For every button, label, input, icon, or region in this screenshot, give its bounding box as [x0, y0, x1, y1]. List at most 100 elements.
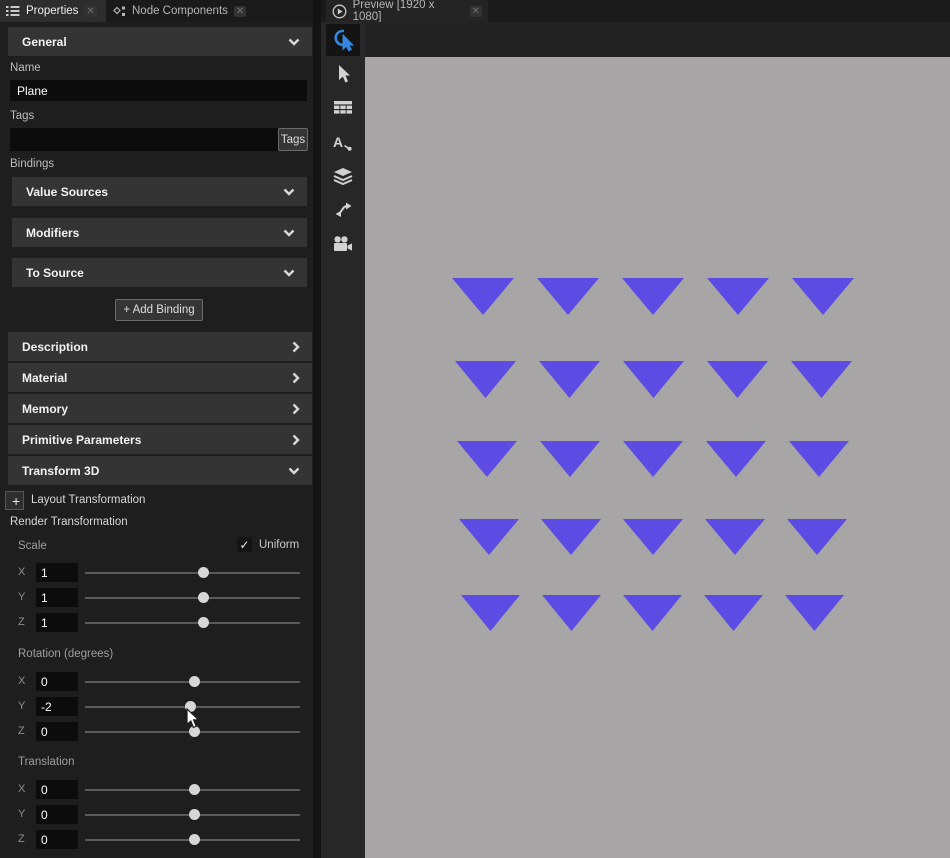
rotation-x-slider[interactable] — [85, 681, 300, 683]
plane-node-triangle-r5-c5[interactable] — [785, 595, 844, 631]
camera-tool[interactable] — [326, 228, 360, 260]
plane-node-triangle-r5-c4[interactable] — [704, 595, 763, 631]
binding-group-to-source[interactable]: To Source — [12, 258, 307, 287]
plane-node-triangle-r3-c5[interactable] — [789, 441, 849, 477]
translation-x-input[interactable] — [36, 780, 78, 799]
translation-y-slider[interactable] — [85, 814, 300, 816]
axis-label: Z — [18, 725, 25, 737]
section-label: Memory — [22, 402, 68, 416]
slider-thumb[interactable] — [198, 617, 209, 628]
tab-node-components[interactable]: Node Components ✕ — [107, 0, 259, 22]
slider-thumb[interactable] — [189, 809, 200, 820]
translation-x-slider[interactable] — [85, 789, 300, 791]
slider-thumb[interactable] — [198, 567, 209, 578]
interact-tool[interactable] — [326, 24, 360, 56]
section-description[interactable]: Description — [8, 332, 312, 361]
close-icon[interactable]: ✕ — [234, 6, 246, 17]
plane-node-triangle-r5-c1[interactable] — [461, 595, 520, 631]
chevron-down-icon — [283, 229, 295, 237]
scale-y-slider[interactable] — [85, 597, 300, 599]
section-material[interactable]: Material — [8, 363, 312, 392]
scale-y-input[interactable] — [36, 588, 78, 607]
plane-node-triangle-r1-c5[interactable] — [792, 278, 854, 315]
text-tool[interactable]: A — [326, 126, 360, 158]
layers-tool[interactable] — [326, 160, 360, 192]
translation-y-input[interactable] — [36, 805, 78, 824]
plane-node-triangle-r1-c4[interactable] — [707, 278, 769, 315]
plane-node-triangle-r4-c2[interactable] — [541, 519, 601, 555]
plane-node-triangle-r2-c2[interactable] — [539, 361, 600, 398]
section-memory[interactable]: Memory — [8, 394, 312, 423]
section-primitive-parameters[interactable]: Primitive Parameters — [8, 425, 312, 454]
scale-z-slider[interactable] — [85, 622, 300, 624]
select-tool[interactable] — [326, 58, 360, 90]
scale-x-row: X — [0, 563, 313, 582]
scale-y-row: Y — [0, 588, 313, 607]
rotation-x-input[interactable] — [36, 672, 78, 691]
grid-tool-icon — [334, 101, 352, 115]
preview-viewport[interactable] — [365, 57, 950, 858]
connections-tool-icon — [333, 202, 353, 218]
slider-thumb[interactable] — [198, 592, 209, 603]
plane-node-triangle-r3-c1[interactable] — [457, 441, 517, 477]
section-general[interactable]: General — [8, 27, 312, 56]
translation-z-input[interactable] — [36, 830, 78, 849]
grid-tool[interactable] — [326, 92, 360, 124]
translation-z-slider[interactable] — [85, 839, 300, 841]
section-label: Primitive Parameters — [22, 433, 141, 447]
plane-node-triangle-r2-c4[interactable] — [707, 361, 768, 398]
slider-thumb[interactable] — [185, 701, 196, 712]
close-icon[interactable]: ✕ — [84, 6, 96, 17]
scale-z-input[interactable] — [36, 613, 78, 632]
slider-thumb[interactable] — [189, 676, 200, 687]
uniform-checkbox[interactable]: ✓ — [237, 537, 252, 552]
slider-thumb[interactable] — [189, 726, 200, 737]
plane-node-triangle-r5-c3[interactable] — [623, 595, 682, 631]
plane-node-triangle-r4-c4[interactable] — [705, 519, 765, 555]
slider-thumb[interactable] — [189, 784, 200, 795]
rotation-y-input[interactable] — [36, 697, 78, 716]
tab-preview[interactable]: Preview [1920 x 1080] ✕ — [326, 0, 488, 22]
preview-header-strip — [365, 22, 950, 57]
tab-properties[interactable]: Properties ✕ — [0, 0, 106, 22]
binding-group-label: Value Sources — [26, 185, 108, 199]
plane-node-triangle-r4-c5[interactable] — [787, 519, 847, 555]
binding-group-value-sources[interactable]: Value Sources — [12, 177, 307, 206]
plane-node-triangle-r2-c3[interactable] — [623, 361, 684, 398]
connections-tool[interactable] — [326, 194, 360, 226]
section-transform-3d[interactable]: Transform 3D — [8, 456, 312, 485]
axis-label: Y — [18, 808, 25, 820]
plane-node-triangle-r4-c3[interactable] — [623, 519, 683, 555]
add-binding-button[interactable]: + Add Binding — [115, 299, 203, 321]
plane-node-triangle-r3-c3[interactable] — [623, 441, 683, 477]
plane-node-triangle-r1-c1[interactable] — [452, 278, 514, 315]
plane-node-triangle-r5-c2[interactable] — [542, 595, 601, 631]
chevron-right-icon — [292, 372, 300, 384]
select-tool-icon — [335, 64, 351, 84]
rotation-z-input[interactable] — [36, 722, 78, 741]
rotation-label: Rotation (degrees) — [18, 648, 113, 660]
plane-node-triangle-r1-c3[interactable] — [622, 278, 684, 315]
close-icon[interactable]: ✕ — [470, 6, 482, 17]
render-transformation-label: Render Transformation — [10, 516, 128, 528]
panel-divider[interactable] — [313, 0, 321, 858]
plane-node-triangle-r3-c2[interactable] — [540, 441, 600, 477]
scale-x-input[interactable] — [36, 563, 78, 582]
slider-thumb[interactable] — [189, 834, 200, 845]
plane-node-triangle-r2-c1[interactable] — [455, 361, 516, 398]
translation-y-row: Y — [0, 805, 313, 824]
scale-x-slider[interactable] — [85, 572, 300, 574]
tab-preview-label: Preview [1920 x 1080] — [353, 0, 464, 23]
tags-button[interactable]: Tags — [278, 128, 308, 151]
rotation-y-slider[interactable] — [85, 706, 300, 708]
name-label: Name — [10, 62, 41, 74]
rotation-z-slider[interactable] — [85, 731, 300, 733]
name-input[interactable] — [10, 80, 307, 101]
layout-transformation-add-button[interactable]: + — [5, 491, 24, 510]
plane-node-triangle-r1-c2[interactable] — [537, 278, 599, 315]
binding-group-modifiers[interactable]: Modifiers — [12, 218, 307, 247]
tags-input[interactable] — [10, 128, 278, 151]
plane-node-triangle-r2-c5[interactable] — [791, 361, 852, 398]
plane-node-triangle-r4-c1[interactable] — [459, 519, 519, 555]
plane-node-triangle-r3-c4[interactable] — [706, 441, 766, 477]
